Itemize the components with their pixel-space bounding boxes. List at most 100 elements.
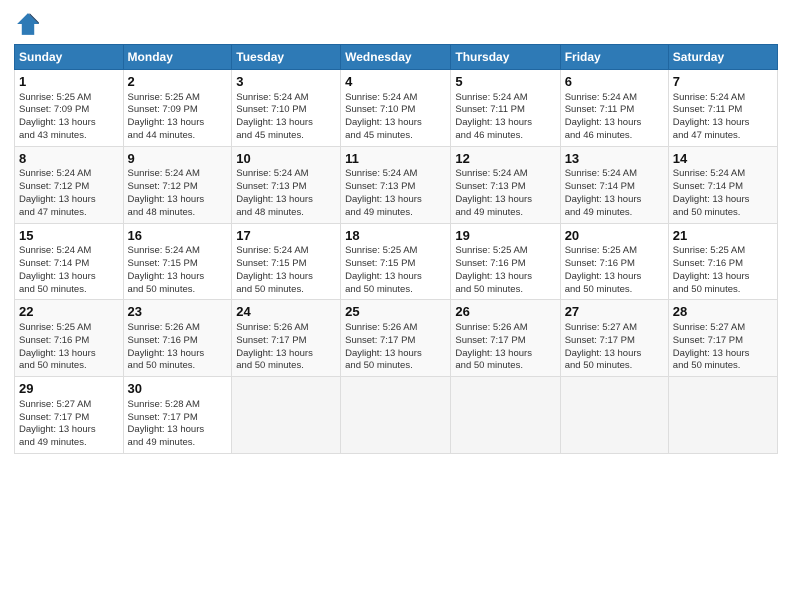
day-number: 4 xyxy=(345,73,446,91)
calendar-cell: 5Sunrise: 5:24 AM Sunset: 7:11 PM Daylig… xyxy=(451,70,560,147)
calendar-cell: 7Sunrise: 5:24 AM Sunset: 7:11 PM Daylig… xyxy=(668,70,777,147)
day-number: 3 xyxy=(236,73,336,91)
calendar-cell: 28Sunrise: 5:27 AM Sunset: 7:17 PM Dayli… xyxy=(668,300,777,377)
day-info: Sunrise: 5:24 AM Sunset: 7:10 PM Dayligh… xyxy=(345,92,446,143)
day-number: 20 xyxy=(565,227,664,245)
calendar-cell: 29Sunrise: 5:27 AM Sunset: 7:17 PM Dayli… xyxy=(15,377,124,454)
page-container: SundayMondayTuesdayWednesdayThursdayFrid… xyxy=(0,0,792,612)
calendar-cell: 16Sunrise: 5:24 AM Sunset: 7:15 PM Dayli… xyxy=(123,223,232,300)
calendar-header-monday: Monday xyxy=(123,45,232,70)
day-number: 18 xyxy=(345,227,446,245)
calendar-cell: 30Sunrise: 5:28 AM Sunset: 7:17 PM Dayli… xyxy=(123,377,232,454)
day-info: Sunrise: 5:24 AM Sunset: 7:15 PM Dayligh… xyxy=(236,245,336,296)
day-info: Sunrise: 5:25 AM Sunset: 7:16 PM Dayligh… xyxy=(673,245,773,296)
calendar-cell: 14Sunrise: 5:24 AM Sunset: 7:14 PM Dayli… xyxy=(668,146,777,223)
day-info: Sunrise: 5:24 AM Sunset: 7:11 PM Dayligh… xyxy=(565,92,664,143)
calendar-week-4: 29Sunrise: 5:27 AM Sunset: 7:17 PM Dayli… xyxy=(15,377,778,454)
day-number: 9 xyxy=(128,150,228,168)
calendar-week-1: 8Sunrise: 5:24 AM Sunset: 7:12 PM Daylig… xyxy=(15,146,778,223)
day-number: 27 xyxy=(565,303,664,321)
calendar-header-sunday: Sunday xyxy=(15,45,124,70)
day-number: 12 xyxy=(455,150,555,168)
day-info: Sunrise: 5:24 AM Sunset: 7:13 PM Dayligh… xyxy=(345,168,446,219)
calendar-cell: 23Sunrise: 5:26 AM Sunset: 7:16 PM Dayli… xyxy=(123,300,232,377)
calendar-cell: 25Sunrise: 5:26 AM Sunset: 7:17 PM Dayli… xyxy=(341,300,451,377)
day-info: Sunrise: 5:25 AM Sunset: 7:16 PM Dayligh… xyxy=(565,245,664,296)
calendar-cell: 15Sunrise: 5:24 AM Sunset: 7:14 PM Dayli… xyxy=(15,223,124,300)
calendar-cell: 19Sunrise: 5:25 AM Sunset: 7:16 PM Dayli… xyxy=(451,223,560,300)
calendar-week-3: 22Sunrise: 5:25 AM Sunset: 7:16 PM Dayli… xyxy=(15,300,778,377)
day-info: Sunrise: 5:24 AM Sunset: 7:11 PM Dayligh… xyxy=(455,92,555,143)
day-info: Sunrise: 5:24 AM Sunset: 7:12 PM Dayligh… xyxy=(19,168,119,219)
day-info: Sunrise: 5:25 AM Sunset: 7:16 PM Dayligh… xyxy=(455,245,555,296)
day-number: 7 xyxy=(673,73,773,91)
day-number: 2 xyxy=(128,73,228,91)
calendar-header-row: SundayMondayTuesdayWednesdayThursdayFrid… xyxy=(15,45,778,70)
day-number: 16 xyxy=(128,227,228,245)
calendar-cell xyxy=(668,377,777,454)
calendar-header-friday: Friday xyxy=(560,45,668,70)
header xyxy=(14,10,778,38)
logo xyxy=(14,10,46,38)
calendar-cell: 9Sunrise: 5:24 AM Sunset: 7:12 PM Daylig… xyxy=(123,146,232,223)
day-info: Sunrise: 5:24 AM Sunset: 7:12 PM Dayligh… xyxy=(128,168,228,219)
day-info: Sunrise: 5:24 AM Sunset: 7:14 PM Dayligh… xyxy=(19,245,119,296)
day-number: 10 xyxy=(236,150,336,168)
day-number: 15 xyxy=(19,227,119,245)
calendar-header-tuesday: Tuesday xyxy=(232,45,341,70)
calendar-cell: 13Sunrise: 5:24 AM Sunset: 7:14 PM Dayli… xyxy=(560,146,668,223)
day-info: Sunrise: 5:24 AM Sunset: 7:10 PM Dayligh… xyxy=(236,92,336,143)
day-number: 29 xyxy=(19,380,119,398)
day-number: 14 xyxy=(673,150,773,168)
day-number: 8 xyxy=(19,150,119,168)
calendar-cell: 10Sunrise: 5:24 AM Sunset: 7:13 PM Dayli… xyxy=(232,146,341,223)
day-number: 24 xyxy=(236,303,336,321)
calendar-header-saturday: Saturday xyxy=(668,45,777,70)
calendar-cell: 4Sunrise: 5:24 AM Sunset: 7:10 PM Daylig… xyxy=(341,70,451,147)
day-number: 11 xyxy=(345,150,446,168)
calendar-cell: 21Sunrise: 5:25 AM Sunset: 7:16 PM Dayli… xyxy=(668,223,777,300)
calendar-cell: 11Sunrise: 5:24 AM Sunset: 7:13 PM Dayli… xyxy=(341,146,451,223)
calendar-cell: 20Sunrise: 5:25 AM Sunset: 7:16 PM Dayli… xyxy=(560,223,668,300)
calendar-cell: 2Sunrise: 5:25 AM Sunset: 7:09 PM Daylig… xyxy=(123,70,232,147)
calendar-cell xyxy=(560,377,668,454)
calendar-cell xyxy=(341,377,451,454)
day-number: 6 xyxy=(565,73,664,91)
day-number: 13 xyxy=(565,150,664,168)
day-info: Sunrise: 5:27 AM Sunset: 7:17 PM Dayligh… xyxy=(673,322,773,373)
day-info: Sunrise: 5:27 AM Sunset: 7:17 PM Dayligh… xyxy=(19,399,119,450)
day-number: 28 xyxy=(673,303,773,321)
calendar-cell: 17Sunrise: 5:24 AM Sunset: 7:15 PM Dayli… xyxy=(232,223,341,300)
day-number: 1 xyxy=(19,73,119,91)
day-number: 26 xyxy=(455,303,555,321)
calendar-cell: 8Sunrise: 5:24 AM Sunset: 7:12 PM Daylig… xyxy=(15,146,124,223)
day-info: Sunrise: 5:26 AM Sunset: 7:17 PM Dayligh… xyxy=(236,322,336,373)
day-info: Sunrise: 5:24 AM Sunset: 7:13 PM Dayligh… xyxy=(455,168,555,219)
day-info: Sunrise: 5:24 AM Sunset: 7:11 PM Dayligh… xyxy=(673,92,773,143)
day-number: 23 xyxy=(128,303,228,321)
calendar-cell xyxy=(451,377,560,454)
calendar-cell: 22Sunrise: 5:25 AM Sunset: 7:16 PM Dayli… xyxy=(15,300,124,377)
day-number: 30 xyxy=(128,380,228,398)
calendar-cell: 1Sunrise: 5:25 AM Sunset: 7:09 PM Daylig… xyxy=(15,70,124,147)
day-info: Sunrise: 5:27 AM Sunset: 7:17 PM Dayligh… xyxy=(565,322,664,373)
calendar-header-wednesday: Wednesday xyxy=(341,45,451,70)
calendar-cell: 18Sunrise: 5:25 AM Sunset: 7:15 PM Dayli… xyxy=(341,223,451,300)
calendar-cell xyxy=(232,377,341,454)
day-number: 25 xyxy=(345,303,446,321)
day-info: Sunrise: 5:24 AM Sunset: 7:15 PM Dayligh… xyxy=(128,245,228,296)
day-info: Sunrise: 5:25 AM Sunset: 7:09 PM Dayligh… xyxy=(128,92,228,143)
day-info: Sunrise: 5:24 AM Sunset: 7:13 PM Dayligh… xyxy=(236,168,336,219)
day-number: 21 xyxy=(673,227,773,245)
day-info: Sunrise: 5:26 AM Sunset: 7:17 PM Dayligh… xyxy=(455,322,555,373)
day-info: Sunrise: 5:24 AM Sunset: 7:14 PM Dayligh… xyxy=(565,168,664,219)
calendar-week-0: 1 Sunrise: 5:25 AM Sunset: 7:09 PM Daylig… xyxy=(15,70,778,147)
calendar-cell: 26Sunrise: 5:26 AM Sunset: 7:17 PM Dayli… xyxy=(451,300,560,377)
day-info: Sunrise: 5:28 AM Sunset: 7:17 PM Dayligh… xyxy=(128,399,228,450)
calendar-cell: 12Sunrise: 5:24 AM Sunset: 7:13 PM Dayli… xyxy=(451,146,560,223)
calendar-cell: 27Sunrise: 5:27 AM Sunset: 7:17 PM Dayli… xyxy=(560,300,668,377)
calendar-cell: 6Sunrise: 5:24 AM Sunset: 7:11 PM Daylig… xyxy=(560,70,668,147)
calendar-cell: 3Sunrise: 5:24 AM Sunset: 7:10 PM Daylig… xyxy=(232,70,341,147)
day-number: 22 xyxy=(19,303,119,321)
day-number: 17 xyxy=(236,227,336,245)
